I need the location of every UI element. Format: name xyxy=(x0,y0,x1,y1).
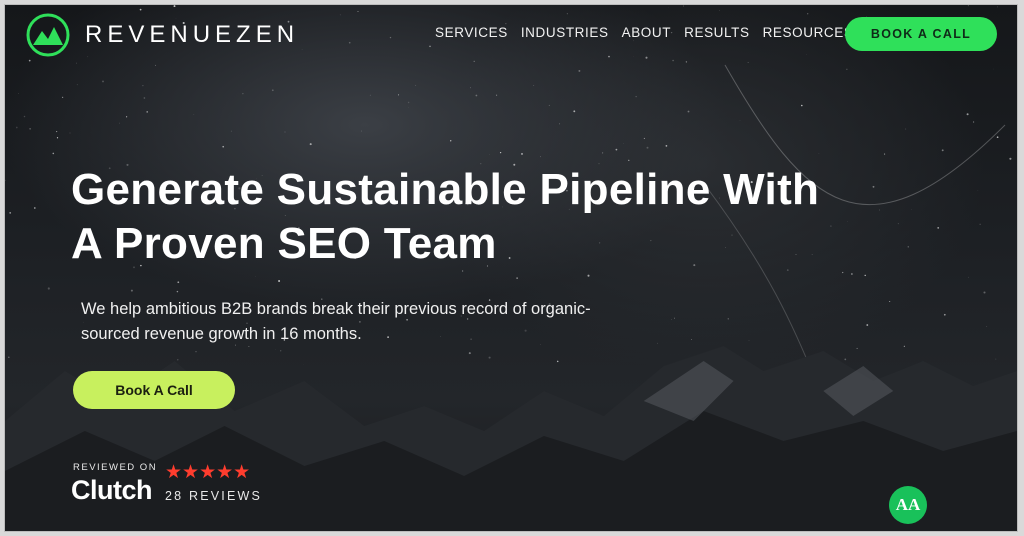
five-star-rating-icon: ★★★★★ xyxy=(165,462,251,483)
book-a-call-nav-button[interactable]: BOOK A CALL xyxy=(845,17,997,51)
top-navigation: REVENUEZEN SERVICES INDUSTRIES ABOUT RES… xyxy=(5,5,1017,65)
book-a-call-hero-button[interactable]: Book A Call xyxy=(73,371,235,409)
subtext-line-2: sourced revenue growth in 16 months. xyxy=(81,325,362,343)
brand-logo[interactable]: REVENUEZEN xyxy=(25,13,299,57)
review-count[interactable]: 28 REVIEWS xyxy=(165,489,262,503)
reviewed-on-label: REVIEWED ON xyxy=(73,462,158,473)
headline-line-2: A Proven SEO Team xyxy=(71,219,497,268)
hero-headline: Generate Sustainable Pipeline With A Pro… xyxy=(71,163,971,271)
mountain-logo-icon xyxy=(26,13,70,57)
nav-item-results[interactable]: RESULTS xyxy=(684,25,749,40)
accessibility-icon[interactable]: AA xyxy=(889,486,927,524)
main-menu: SERVICES INDUSTRIES ABOUT RESULTS RESOUR… xyxy=(435,25,854,40)
accessibility-badge-label: AA xyxy=(895,495,921,514)
clutch-wordmark: Clutch xyxy=(71,475,153,505)
headline-line-1: Generate Sustainable Pipeline With xyxy=(71,165,820,214)
clutch-logo[interactable]: Clutch xyxy=(71,475,153,506)
nav-item-services[interactable]: SERVICES xyxy=(435,25,508,40)
nav-item-industries[interactable]: INDUSTRIES xyxy=(521,25,609,40)
nav-item-resources[interactable]: RESOURCES xyxy=(763,25,854,40)
nav-item-about[interactable]: ABOUT xyxy=(622,25,672,40)
hero-subtext: We help ambitious B2B brands break their… xyxy=(81,297,681,347)
brand-name: REVENUEZEN xyxy=(85,21,300,48)
mountain-silhouette xyxy=(5,346,1017,531)
subtext-line-1: We help ambitious B2B brands break their… xyxy=(81,300,591,318)
hero-section: REVENUEZEN SERVICES INDUSTRIES ABOUT RES… xyxy=(4,4,1018,532)
